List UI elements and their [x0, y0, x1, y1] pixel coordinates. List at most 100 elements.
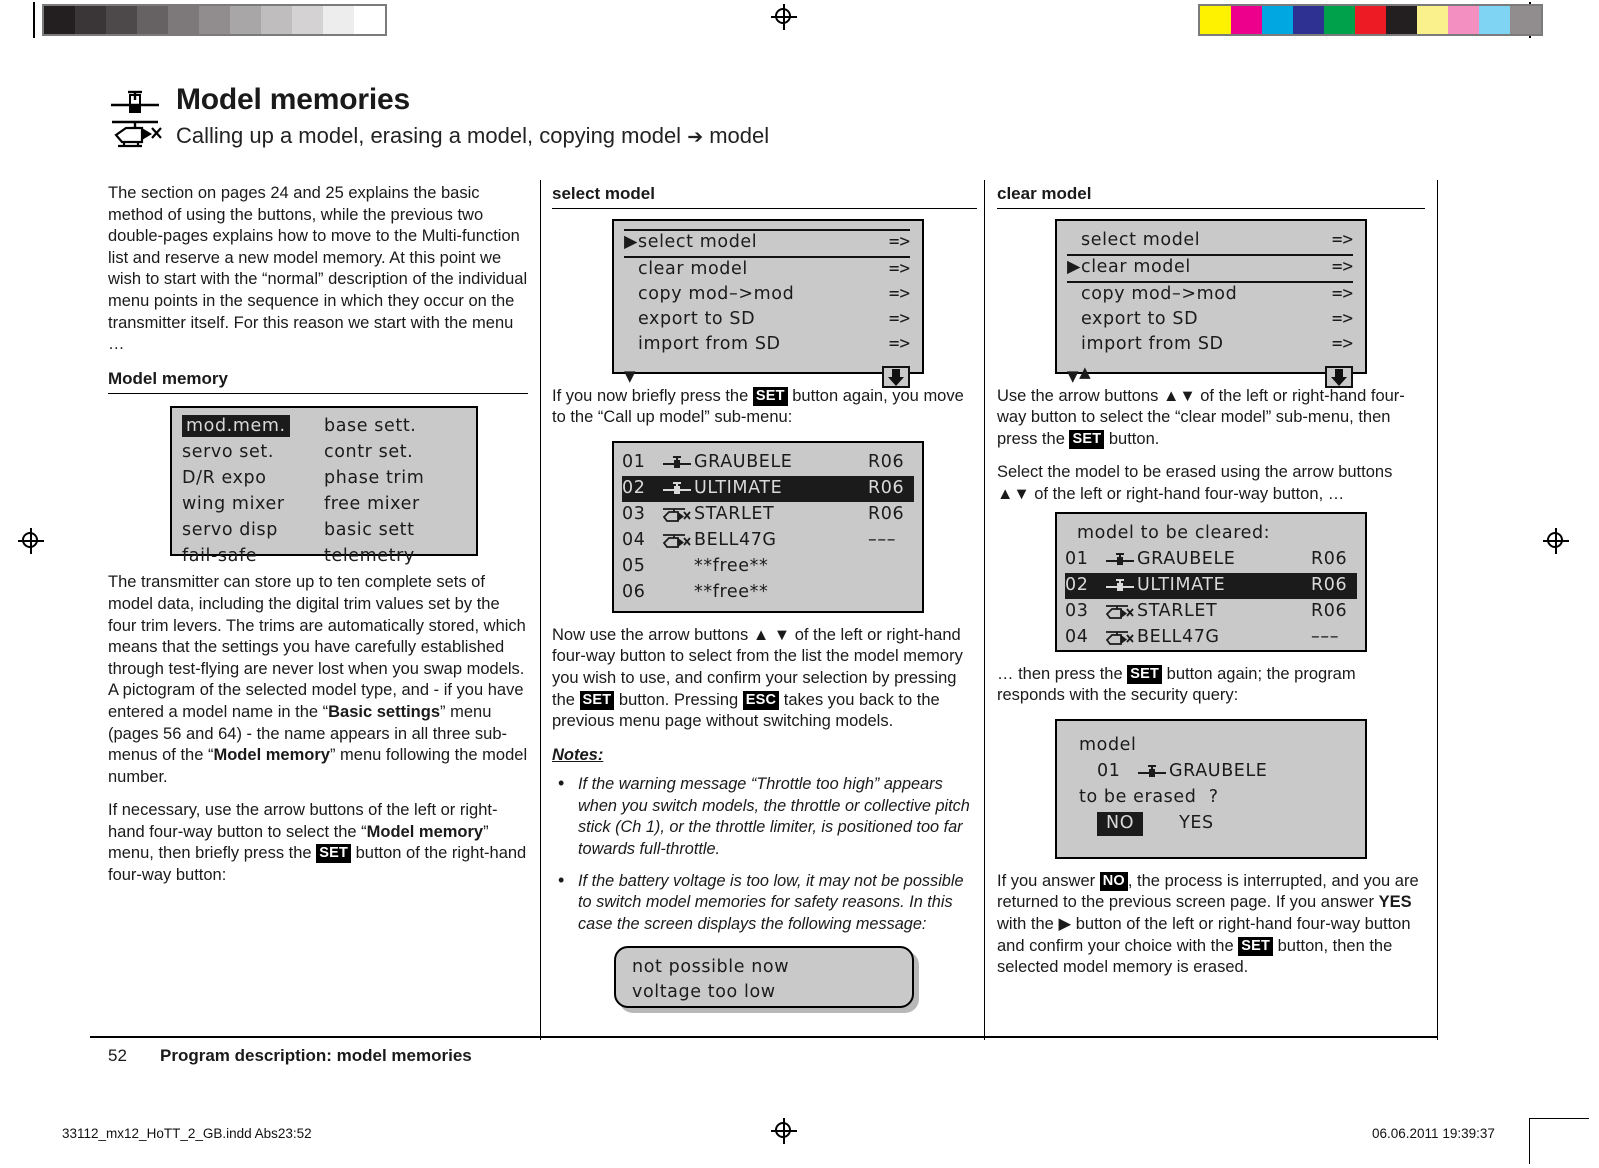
lcd-model-row[interactable]: 03 STARLET R06	[1065, 599, 1357, 625]
cursor-arrow-icon: ▶	[1067, 257, 1082, 278]
model-number: 02	[1065, 574, 1089, 595]
crop-mark-bottom-right-h	[1529, 1118, 1589, 1119]
select-menu-paragraph: If necessary, use the arrow buttons of t…	[108, 801, 527, 885]
arrow-right-icon: ➔	[687, 127, 704, 148]
model-number: 03	[622, 503, 646, 524]
set-key-badge: SET	[1069, 429, 1105, 449]
column-right: clear model select model => ▶ clear model =>…	[997, 183, 1425, 991]
lcd-menu-item[interactable]: export to SD =>	[624, 308, 910, 333]
helicopter-icon	[1103, 603, 1137, 621]
receiver-code: R06	[1311, 548, 1348, 569]
plane-icon	[1103, 577, 1137, 595]
plane-icon	[1103, 551, 1137, 569]
lcd-security-query: model 01 GRAUBELE to be erased ? NO YES	[1055, 718, 1367, 859]
lcd-model-row[interactable]: 02 ULTIMATE R06	[622, 475, 914, 502]
lcd-menu-item-value: =>	[1331, 257, 1353, 278]
lcd-menu-item[interactable]: copy mod–>mod =>	[1067, 283, 1353, 308]
receiver-code: –––	[868, 529, 897, 550]
lcd-model-row[interactable]: 01 GRAUBELE R06	[622, 450, 914, 476]
receiver-code: R06	[868, 451, 905, 472]
lcd-menu-item[interactable]: base sett.	[324, 416, 466, 442]
gray-swatch-9	[323, 6, 354, 34]
lcd-menu-item[interactable]: phase trim	[324, 468, 466, 494]
lcd-menu-item[interactable]: select model =>	[1067, 229, 1353, 254]
lcd-model-row[interactable]: 03 STARLET R06	[622, 502, 914, 528]
lcd-menu-item-value: =>	[888, 232, 910, 253]
lcd-menu-grid: mod.mem. servo set. D/R expo wing mixer serv…	[182, 415, 466, 572]
lcd-menu-item[interactable]: servo disp	[182, 520, 324, 546]
gray-swatch-7	[261, 6, 292, 34]
lcd-menu-item[interactable]: telemetry	[324, 546, 466, 572]
lcd-menu-item[interactable]: mod.mem.	[182, 415, 324, 442]
footer-tick	[1437, 1026, 1438, 1040]
lcd-multifunction-menu: mod.mem. servo set. D/R expo wing mixer serv…	[170, 406, 478, 566]
lcd-menu-item[interactable]: D/R expo	[182, 468, 324, 494]
gray-swatch-5	[199, 6, 230, 34]
lcd-menu-item[interactable]: fail-safe	[182, 546, 324, 572]
color-swatch-5	[1355, 6, 1386, 34]
model-memory-paragraph: The transmitter can store up to ten comp…	[108, 573, 528, 786]
lcd-menu-item[interactable]: copy mod–>mod =>	[624, 283, 910, 308]
note-item: If the battery voltage is too low, it ma…	[552, 870, 977, 935]
column-divider-1	[540, 180, 541, 1040]
column-divider-2	[984, 180, 985, 1040]
lcd-model-row[interactable]: 04 BELL47G –––	[1065, 625, 1357, 651]
lcd-model-row[interactable]: 01 GRAUBELE R06	[1065, 547, 1357, 573]
lcd-menu-item-value: =>	[888, 309, 910, 330]
model-type-pictograms	[108, 86, 164, 152]
lcd-menu-item-label: import from SD	[1081, 334, 1224, 355]
lcd-pager-arrows: ▼▲	[1067, 362, 1325, 388]
lcd-model-row[interactable]: 04 BELL47G –––	[622, 528, 914, 554]
receiver-code: –––	[1311, 626, 1340, 647]
lcd-menu-item[interactable]: export to SD =>	[1067, 308, 1353, 333]
cursor-arrow-icon: ▶	[624, 232, 639, 253]
gray-swatch-10	[354, 6, 385, 34]
helicopter-icon	[1103, 629, 1137, 647]
lcd-menu-item[interactable]: free mixer	[324, 494, 466, 520]
model-name: GRAUBELE	[694, 451, 793, 472]
color-swatch-9	[1479, 6, 1510, 34]
model-number: 01	[1065, 548, 1089, 569]
color-swatch-0	[1200, 6, 1231, 34]
clear-model-heading: clear model	[997, 183, 1425, 209]
lcd-menu-item[interactable]: contr set.	[324, 442, 466, 468]
lcd-warning-popup: not possible now voltage too low	[614, 946, 914, 1009]
lcd-model-row[interactable]: 06 **free**	[622, 580, 914, 606]
lcd-menu-item-value: =>	[888, 334, 910, 355]
lcd-menu-item[interactable]: import from SD =>	[624, 333, 910, 358]
lcd-menu-item[interactable]: wing mixer	[182, 494, 324, 520]
lcd-model-rows: 01 GRAUBELE R06 02 ULTIMATE R06 03 STARLET R06 04…	[1065, 547, 1357, 651]
model-name: ULTIMATE	[694, 477, 783, 498]
lcd-menu-item-label: export to SD	[638, 309, 756, 330]
receiver-code: R06	[1311, 574, 1348, 595]
registration-mark-bottom	[771, 1118, 797, 1144]
lcd-menu-item-label: copy mod–>mod	[1081, 284, 1238, 305]
lcd-menu-item[interactable]: basic sett	[324, 520, 466, 546]
lcd-model-rows: 01 GRAUBELE R06 02 ULTIMATE R06 03 STARLET R06 04…	[622, 450, 914, 606]
model-number: 03	[1065, 600, 1089, 621]
gray-swatch-8	[292, 6, 323, 34]
lcd-menu-item[interactable]: import from SD =>	[1067, 333, 1353, 358]
subtitle-pre: Calling up a model, erasing a model, cop…	[176, 123, 688, 148]
pager-down-icon: ▼	[624, 367, 637, 385]
lcd-model-row[interactable]: 05 **free**	[622, 554, 914, 580]
lcd-menu-item[interactable]: ▶ clear model =>	[1067, 253, 1353, 283]
lcd-menu-item[interactable]: clear model =>	[624, 258, 910, 283]
lcd-menu-item-label: export to SD	[1081, 309, 1199, 330]
lcd-menu-item[interactable]: ▶ select model =>	[624, 228, 910, 258]
gray-swatch-2	[106, 6, 137, 34]
no-button[interactable]: NO	[1097, 811, 1144, 836]
set-key-badge: SET	[1127, 664, 1163, 684]
gray-swatch-4	[168, 6, 199, 34]
lcd-model-list: 01 GRAUBELE R06 02 ULTIMATE R06 03 STARLET R06 04…	[612, 440, 924, 613]
note-item: If the warning message “Throttle too hig…	[552, 773, 977, 860]
lcd-menu-rows: ▶ select model => clear model => copy mod–>mo…	[624, 228, 910, 358]
yes-button[interactable]: YES	[1179, 813, 1214, 835]
lcd-menu-item-selected[interactable]: mod.mem.	[182, 415, 290, 438]
gray-swatch-3	[137, 6, 168, 34]
model-number: 01	[622, 451, 646, 472]
page-subtitle: Calling up a model, erasing a model, cop…	[176, 122, 1438, 152]
lcd-menu-item[interactable]: servo set.	[182, 442, 324, 468]
lcd-model-row[interactable]: 02 ULTIMATE R06	[1065, 572, 1357, 599]
security-query-paragraph: … then press the SET button again; the p…	[997, 664, 1356, 705]
